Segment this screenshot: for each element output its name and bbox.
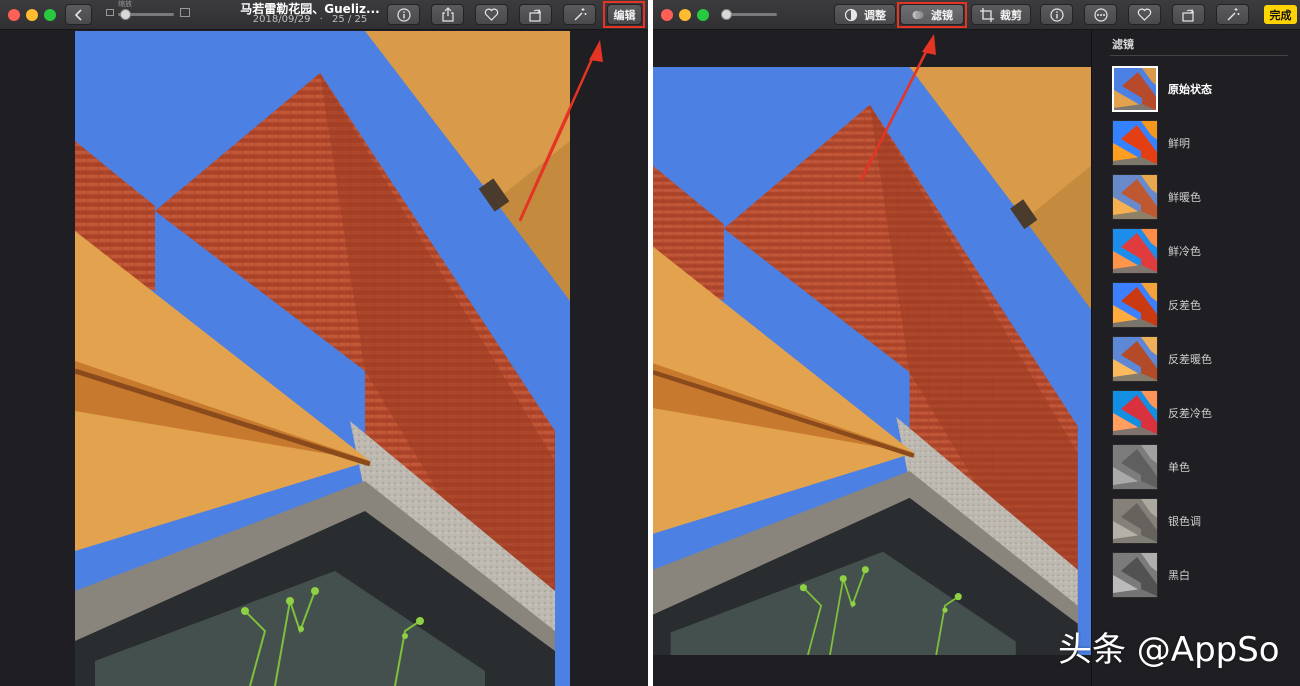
filter-label: 黑白 [1168, 569, 1190, 582]
sidebar-title: 滤镜 [1112, 38, 1134, 51]
filter-thumbnail[interactable] [1112, 336, 1158, 382]
filter-thumbnail[interactable] [1112, 66, 1158, 112]
filter-item[interactable]: 鲜冷色 [1112, 226, 1292, 276]
filter-label: 反差色 [1168, 299, 1201, 312]
filter-item[interactable]: 黑白 [1112, 550, 1292, 600]
filter-thumbnail[interactable] [1112, 174, 1158, 220]
filter-thumbnail[interactable] [1112, 498, 1158, 544]
filter-thumbnail[interactable] [1112, 390, 1158, 436]
left-window: 缩放 马若雷勒花园、Gueliz... 2018/09/29 · 25 / 25 [0, 0, 648, 686]
filter-thumbnail[interactable] [1112, 120, 1158, 166]
filter-label: 反差暖色 [1168, 353, 1212, 366]
left-arrow-overlay [518, 40, 603, 221]
filter-thumbnail[interactable] [1112, 444, 1158, 490]
filter-label: 鲜明 [1168, 137, 1190, 150]
filter-item[interactable]: 反差暖色 [1112, 334, 1292, 384]
filter-label: 单色 [1168, 461, 1190, 474]
filter-item[interactable]: 鲜明 [1112, 118, 1292, 168]
filter-label: 鲜暖色 [1168, 191, 1201, 204]
filter-thumbnail[interactable] [1112, 228, 1158, 274]
filter-sidebar: 滤镜 原始状态鲜明鲜暖色鲜冷色反差色反差暖色反差冷色单色银色调黑白 [1091, 30, 1300, 686]
filter-thumbnail[interactable] [1112, 282, 1158, 328]
filter-thumbnail[interactable] [1112, 552, 1158, 598]
filter-label: 银色调 [1168, 515, 1201, 528]
filter-item[interactable]: 银色调 [1112, 496, 1292, 546]
sidebar-divider [1110, 55, 1288, 56]
filter-label: 鲜冷色 [1168, 245, 1201, 258]
filter-label: 原始状态 [1168, 83, 1212, 96]
watermark: 头条 @AppSo [1058, 630, 1280, 670]
filter-item[interactable]: 反差色 [1112, 280, 1292, 330]
filter-item[interactable]: 单色 [1112, 442, 1292, 492]
filter-label: 反差冷色 [1168, 407, 1212, 420]
filter-item[interactable]: 鲜暖色 [1112, 172, 1292, 222]
filter-item[interactable]: 原始状态 [1112, 64, 1292, 114]
filter-item[interactable]: 反差冷色 [1112, 388, 1292, 438]
